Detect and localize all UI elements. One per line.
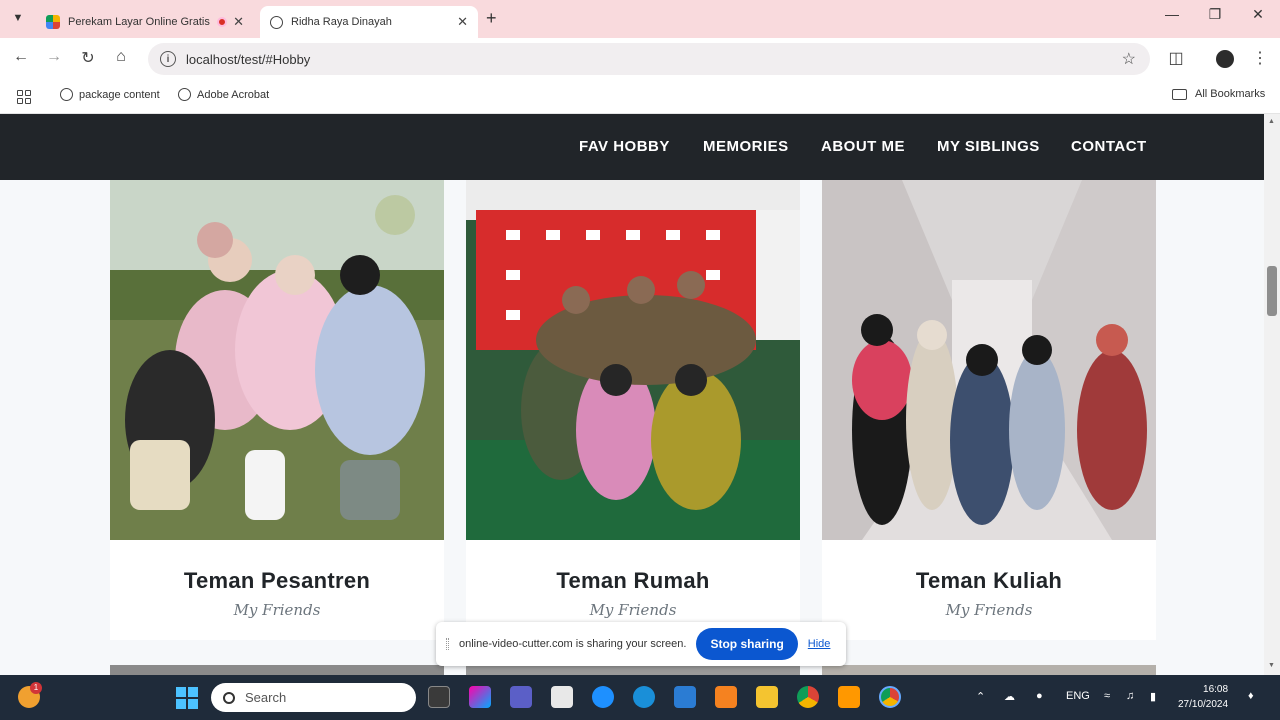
close-tab-icon[interactable]: ✕ bbox=[457, 14, 468, 30]
friend-card[interactable]: Teman Kuliah My Friends bbox=[822, 180, 1156, 640]
nav-contact[interactable]: CONTACT bbox=[1071, 138, 1147, 155]
reload-icon[interactable]: ↻ bbox=[77, 48, 99, 68]
address-bar[interactable]: i localhost/test/#Hobby ☆ bbox=[148, 43, 1150, 75]
close-tab-icon[interactable]: ✕ bbox=[233, 14, 244, 30]
tab-search-chevron-icon[interactable]: ▼ bbox=[8, 8, 28, 28]
copilot-icon[interactable] bbox=[469, 686, 491, 708]
globe-icon bbox=[60, 88, 73, 101]
language-indicator[interactable]: ENG bbox=[1066, 690, 1090, 702]
nav-fav-hobby[interactable]: FAV HOBBY bbox=[579, 138, 670, 155]
recording-indicator-icon bbox=[217, 17, 228, 27]
new-tab-icon[interactable]: + bbox=[486, 8, 497, 29]
file-explorer-icon[interactable] bbox=[756, 686, 778, 708]
tray-overflow-icon[interactable]: ⌃ bbox=[976, 690, 985, 703]
card-subtitle: My Friends bbox=[945, 601, 1033, 619]
battery-icon[interactable]: ▮ bbox=[1150, 690, 1156, 703]
home-icon[interactable]: ⌂ bbox=[110, 48, 132, 66]
friend-card[interactable]: Teman Rumah My Friends bbox=[466, 180, 800, 640]
friends-photo bbox=[466, 180, 800, 540]
wifi-icon[interactable]: ≈ bbox=[1104, 690, 1110, 702]
minimize-icon[interactable]: — bbox=[1152, 6, 1192, 22]
store-icon[interactable] bbox=[551, 686, 573, 708]
clock-time: 16:08 bbox=[1203, 684, 1229, 695]
notification-badge: 1 bbox=[30, 682, 42, 694]
nav-memories[interactable]: MEMORIES bbox=[703, 138, 789, 155]
xampp-icon[interactable] bbox=[715, 686, 737, 708]
page-scrollbar[interactable]: ▲ ▼ bbox=[1264, 114, 1280, 675]
edge-icon[interactable] bbox=[633, 686, 655, 708]
hobby-section: Teman Pesantren My Friends Teman Rumah M… bbox=[0, 180, 1264, 675]
globe-icon bbox=[178, 88, 191, 101]
scroll-up-icon[interactable]: ▲ bbox=[1268, 118, 1275, 125]
tab-screen-recorder[interactable]: Perekam Layar Online Gratis ✕ bbox=[36, 6, 254, 38]
card-title: Teman Pesantren bbox=[183, 568, 371, 593]
chrome-active-icon[interactable] bbox=[879, 686, 901, 708]
search-icon bbox=[223, 691, 235, 704]
site-navbar: FAV HOBBY MEMORIES ABOUT ME MY SIBLINGS … bbox=[0, 114, 1264, 180]
folder-icon bbox=[1172, 88, 1187, 100]
nav-about-me[interactable]: ABOUT ME bbox=[821, 138, 905, 155]
extensions-icon[interactable]: ◫ bbox=[1165, 48, 1187, 68]
search-placeholder: Search bbox=[245, 690, 287, 705]
start-icon[interactable] bbox=[176, 687, 198, 709]
tab-portfolio[interactable]: Ridha Raya Dinayah ✕ bbox=[260, 6, 478, 38]
restore-icon[interactable]: ❐ bbox=[1195, 6, 1235, 23]
friend-card[interactable]: Teman Pesantren My Friends bbox=[110, 180, 444, 640]
volume-icon[interactable]: ♫ bbox=[1126, 690, 1134, 702]
hide-link[interactable]: Hide bbox=[808, 638, 831, 650]
tab-title: Perekam Layar Online Gratis bbox=[68, 16, 210, 28]
tab-title: Ridha Raya Dinayah bbox=[291, 16, 392, 28]
url-text: localhost/test/#Hobby bbox=[186, 51, 311, 67]
drag-handle-icon[interactable] bbox=[446, 638, 449, 650]
bookmark-package-content[interactable]: package content bbox=[60, 88, 160, 101]
card-subtitle: My Friends bbox=[233, 601, 321, 619]
scrollbar-thumb[interactable] bbox=[1267, 266, 1277, 316]
nav-my-siblings[interactable]: MY SIBLINGS bbox=[937, 138, 1040, 155]
chrome-icon[interactable] bbox=[797, 686, 819, 708]
next-row-card-edge bbox=[822, 665, 1156, 675]
forward-icon[interactable]: → bbox=[43, 48, 65, 66]
sublime-text-icon[interactable] bbox=[838, 686, 860, 708]
apps-grid-icon[interactable] bbox=[17, 90, 31, 104]
stop-sharing-button[interactable]: Stop sharing bbox=[696, 628, 798, 660]
sharing-message: online-video-cutter.com is sharing your … bbox=[459, 638, 687, 650]
recorder-favicon-icon bbox=[46, 15, 60, 29]
site-info-icon[interactable]: i bbox=[160, 51, 176, 67]
back-icon[interactable]: ← bbox=[10, 48, 32, 66]
teams-icon[interactable] bbox=[510, 686, 532, 708]
tab-strip: ▼ Perekam Layar Online Gratis ✕ Ridha Ra… bbox=[0, 0, 1280, 38]
next-row-card-edge bbox=[110, 665, 444, 675]
all-bookmarks[interactable]: All Bookmarks bbox=[1172, 88, 1265, 100]
browser-toolbar: ← → ↻ ⌂ i localhost/test/#Hobby ☆ ◫ ⋮ bbox=[0, 38, 1280, 80]
notification-bell-icon[interactable]: ♦ bbox=[1248, 690, 1254, 702]
screen-sharing-banner: online-video-cutter.com is sharing your … bbox=[436, 622, 846, 666]
cloud-icon[interactable]: ☁ bbox=[1004, 690, 1015, 703]
task-view-icon[interactable] bbox=[428, 686, 450, 708]
close-window-icon[interactable]: ✕ bbox=[1238, 6, 1278, 23]
card-title: Teman Rumah bbox=[556, 568, 710, 593]
bookmark-adobe-acrobat[interactable]: Adobe Acrobat bbox=[178, 88, 269, 101]
card-title: Teman Kuliah bbox=[915, 568, 1063, 593]
friends-photo bbox=[822, 180, 1156, 540]
pulse-app-icon[interactable] bbox=[674, 686, 696, 708]
menu-kebab-icon[interactable]: ⋮ bbox=[1249, 48, 1271, 68]
clock-date: 27/10/2024 bbox=[1178, 699, 1229, 710]
scroll-down-icon[interactable]: ▼ bbox=[1268, 662, 1275, 669]
bookmark-label: Adobe Acrobat bbox=[197, 88, 270, 101]
globe-icon bbox=[270, 15, 283, 29]
profile-avatar[interactable] bbox=[1216, 50, 1234, 68]
bookmarks-bar: package content Adobe Acrobat All Bookma… bbox=[0, 80, 1280, 114]
friends-photo bbox=[110, 180, 444, 540]
bookmark-star-icon[interactable]: ☆ bbox=[1122, 49, 1136, 69]
system-clock[interactable]: 16:08 27/10/2024 bbox=[1178, 682, 1228, 712]
browser-app-icon[interactable] bbox=[592, 686, 614, 708]
taskbar-search[interactable]: Search bbox=[211, 683, 416, 712]
next-row-card-edge bbox=[466, 665, 800, 675]
windows-taskbar: 1 Search ⌃ ☁ ● ENG ≈ ♫ ▮ 16:08 27/10/202… bbox=[0, 675, 1280, 720]
microphone-icon[interactable]: ● bbox=[1036, 690, 1043, 702]
all-bookmarks-label: All Bookmarks bbox=[1195, 88, 1266, 100]
card-subtitle: My Friends bbox=[589, 601, 677, 619]
bookmark-label: package content bbox=[79, 88, 160, 101]
